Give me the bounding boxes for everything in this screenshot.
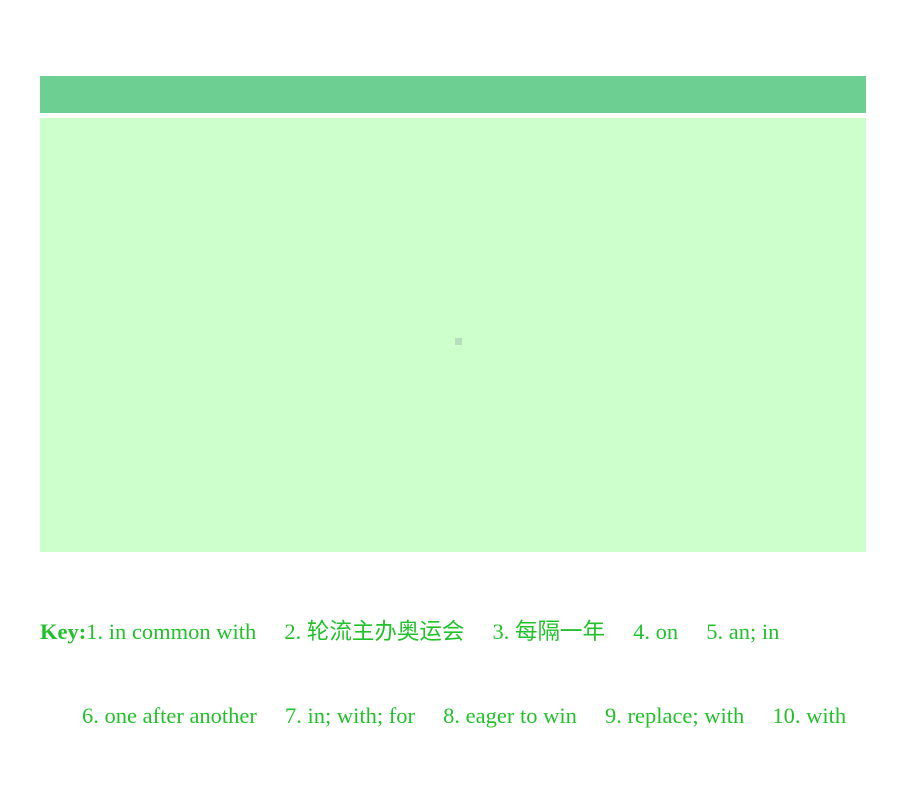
answer-key-block: Key:1. in common with 2. 轮流主办奥运会 3. 每隔一年… xyxy=(40,562,900,786)
answer-key-label: Key: xyxy=(40,619,87,644)
answer-key-line-1-text: 1. in common with 2. 轮流主办奥运会 3. 每隔一年 4. … xyxy=(86,619,780,644)
slide-content-placeholder[interactable] xyxy=(40,118,866,552)
answer-key-line-1: Key:1. in common with 2. 轮流主办奥运会 3. 每隔一年… xyxy=(40,618,900,646)
slide-content-text xyxy=(40,118,866,552)
slide-title-text xyxy=(40,76,866,113)
center-placeholder-marker xyxy=(455,338,462,345)
answer-key-line-2-text: 6. one after another 7. in; with; for 8.… xyxy=(82,703,847,728)
answer-key-line-2: 6. one after another 7. in; with; for 8.… xyxy=(40,702,900,730)
slide-canvas: Key:1. in common with 2. 轮流主办奥运会 3. 每隔一年… xyxy=(0,0,920,728)
slide-title-placeholder[interactable] xyxy=(40,76,866,113)
